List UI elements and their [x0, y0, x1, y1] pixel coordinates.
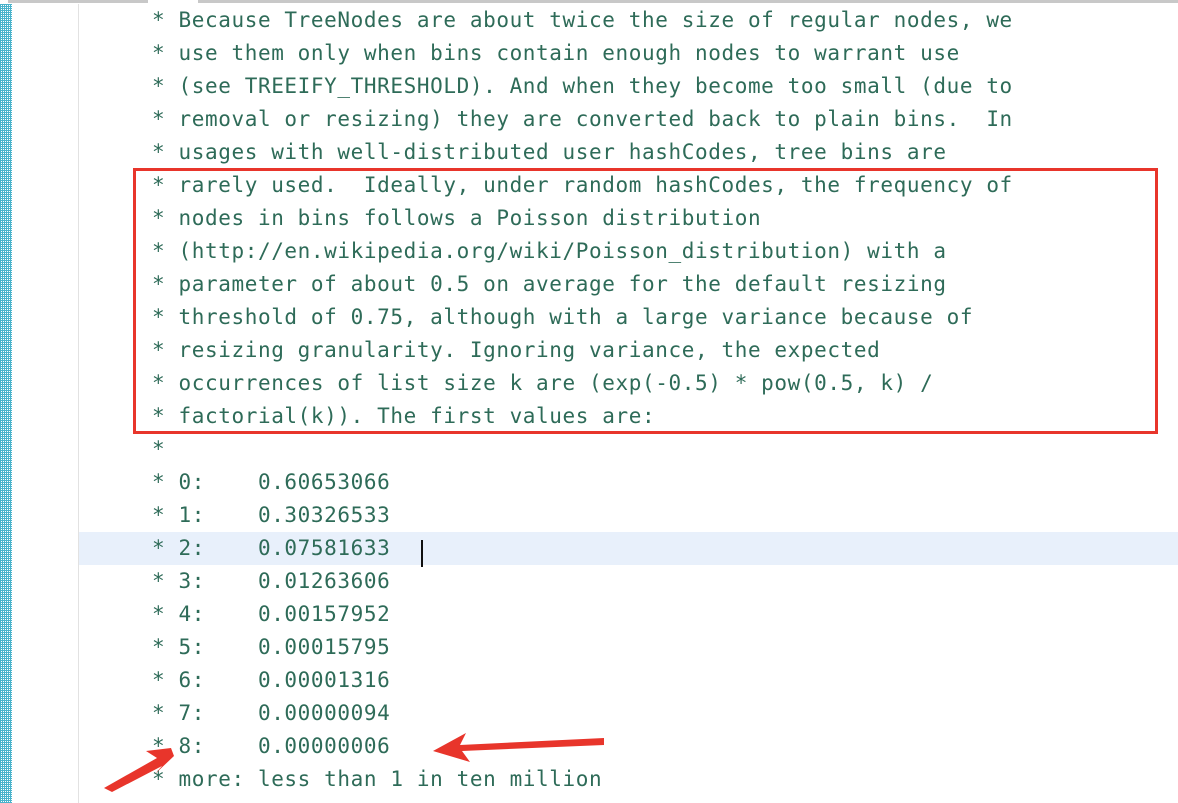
code-line-row[interactable]: 197* more: less than 1 in ten million [0, 763, 1178, 796]
code-line-row[interactable]: 181* (http://en.wikipedia.org/wiki/Poiss… [0, 235, 1178, 268]
code-line-text[interactable]: * removal or resizing) they are converte… [152, 103, 1013, 136]
code-line-row[interactable]: 177* removal or resizing) they are conve… [0, 103, 1178, 136]
code-line-row[interactable]: 194* 6: 0.00001316 [0, 664, 1178, 697]
window-top-strip [0, 0, 1178, 4]
code-line-row[interactable]: 185* occurrences of list size k are (exp… [0, 367, 1178, 400]
code-line-text[interactable]: * nodes in bins follows a Poisson distri… [152, 202, 761, 235]
code-line-row[interactable]: 175* use them only when bins contain eno… [0, 37, 1178, 70]
code-line-row[interactable]: 179* rarely used. Ideally, under random … [0, 169, 1178, 202]
code-line-text[interactable]: * Because TreeNodes are about twice the … [152, 4, 1013, 37]
code-line-row[interactable]: 189* 1: 0.30326533 [0, 499, 1178, 532]
code-editor[interactable]: 174* Because TreeNodes are about twice t… [0, 0, 1178, 803]
code-line-text[interactable]: * parameter of about 0.5 on average for … [152, 268, 947, 301]
code-line-row[interactable]: 186* factorial(k)). The first values are… [0, 400, 1178, 433]
change-marker-strip[interactable] [0, 0, 12, 803]
gutter-divider [78, 0, 79, 803]
code-line-row[interactable]: 192* 4: 0.00157952 [0, 598, 1178, 631]
code-line-text[interactable]: * occurrences of list size k are (exp(-0… [152, 367, 933, 400]
code-line-text[interactable]: * rarely used. Ideally, under random has… [152, 169, 1013, 202]
code-line-row[interactable]: 183* threshold of 0.75, although with a … [0, 301, 1178, 334]
code-line-row[interactable]: 180* nodes in bins follows a Poisson dis… [0, 202, 1178, 235]
code-line-text[interactable]: * resizing granularity. Ignoring varianc… [152, 334, 880, 367]
code-line-text[interactable]: * 8: 0.00000006 [152, 730, 390, 763]
code-line-row[interactable]: 196* 8: 0.00000006 [0, 730, 1178, 763]
code-line-row[interactable]: 190* 2: 0.07581633 [0, 532, 1178, 565]
code-line-text[interactable]: * [152, 796, 165, 803]
code-line-row[interactable]: 176* (see TREEIFY_THRESHOLD). And when t… [0, 70, 1178, 103]
code-line-text[interactable]: * usages with well-distributed user hash… [152, 136, 947, 169]
code-line-text[interactable]: * (see TREEIFY_THRESHOLD). And when they… [152, 70, 1013, 103]
code-line-text[interactable]: * 0: 0.60653066 [152, 466, 390, 499]
code-line-row[interactable]: 178* usages with well-distributed user h… [0, 136, 1178, 169]
code-line-text[interactable]: * (http://en.wikipedia.org/wiki/Poisson_… [152, 235, 947, 268]
code-line-text[interactable]: * 6: 0.00001316 [152, 664, 390, 697]
code-line-text[interactable]: * use them only when bins contain enough… [152, 37, 960, 70]
code-line-text[interactable]: * [152, 433, 165, 466]
code-line-row[interactable]: 191* 3: 0.01263606 [0, 565, 1178, 598]
code-line-row[interactable]: 188* 0: 0.60653066 [0, 466, 1178, 499]
code-line-row[interactable]: 187* [0, 433, 1178, 466]
code-line-text[interactable]: * threshold of 0.75, although with a lar… [152, 301, 973, 334]
code-line-text[interactable]: * 5: 0.00015795 [152, 631, 390, 664]
code-lines-container[interactable]: 174* Because TreeNodes are about twice t… [0, 4, 1178, 803]
code-line-row[interactable]: 174* Because TreeNodes are about twice t… [0, 4, 1178, 37]
code-line-text[interactable]: * 3: 0.01263606 [152, 565, 390, 598]
code-line-text[interactable]: * factorial(k)). The first values are: [152, 400, 655, 433]
code-line-row[interactable]: 193* 5: 0.00015795 [0, 631, 1178, 664]
code-line-row[interactable]: 195* 7: 0.00000094 [0, 697, 1178, 730]
code-line-text[interactable]: * 7: 0.00000094 [152, 697, 390, 730]
code-line-text[interactable]: * 1: 0.30326533 [152, 499, 390, 532]
code-line-row[interactable]: 182* parameter of about 0.5 on average f… [0, 268, 1178, 301]
code-line-text[interactable]: * 2: 0.07581633 [152, 532, 390, 565]
text-caret [421, 540, 423, 567]
code-line-row[interactable]: 184* resizing granularity. Ignoring vari… [0, 334, 1178, 367]
top-strip-segment-left [8, 0, 148, 3]
top-strip-segment-right [198, 0, 1178, 3]
code-line-row[interactable]: * [0, 796, 1178, 803]
code-line-text[interactable]: * more: less than 1 in ten million [152, 763, 602, 796]
code-line-text[interactable]: * 4: 0.00157952 [152, 598, 390, 631]
